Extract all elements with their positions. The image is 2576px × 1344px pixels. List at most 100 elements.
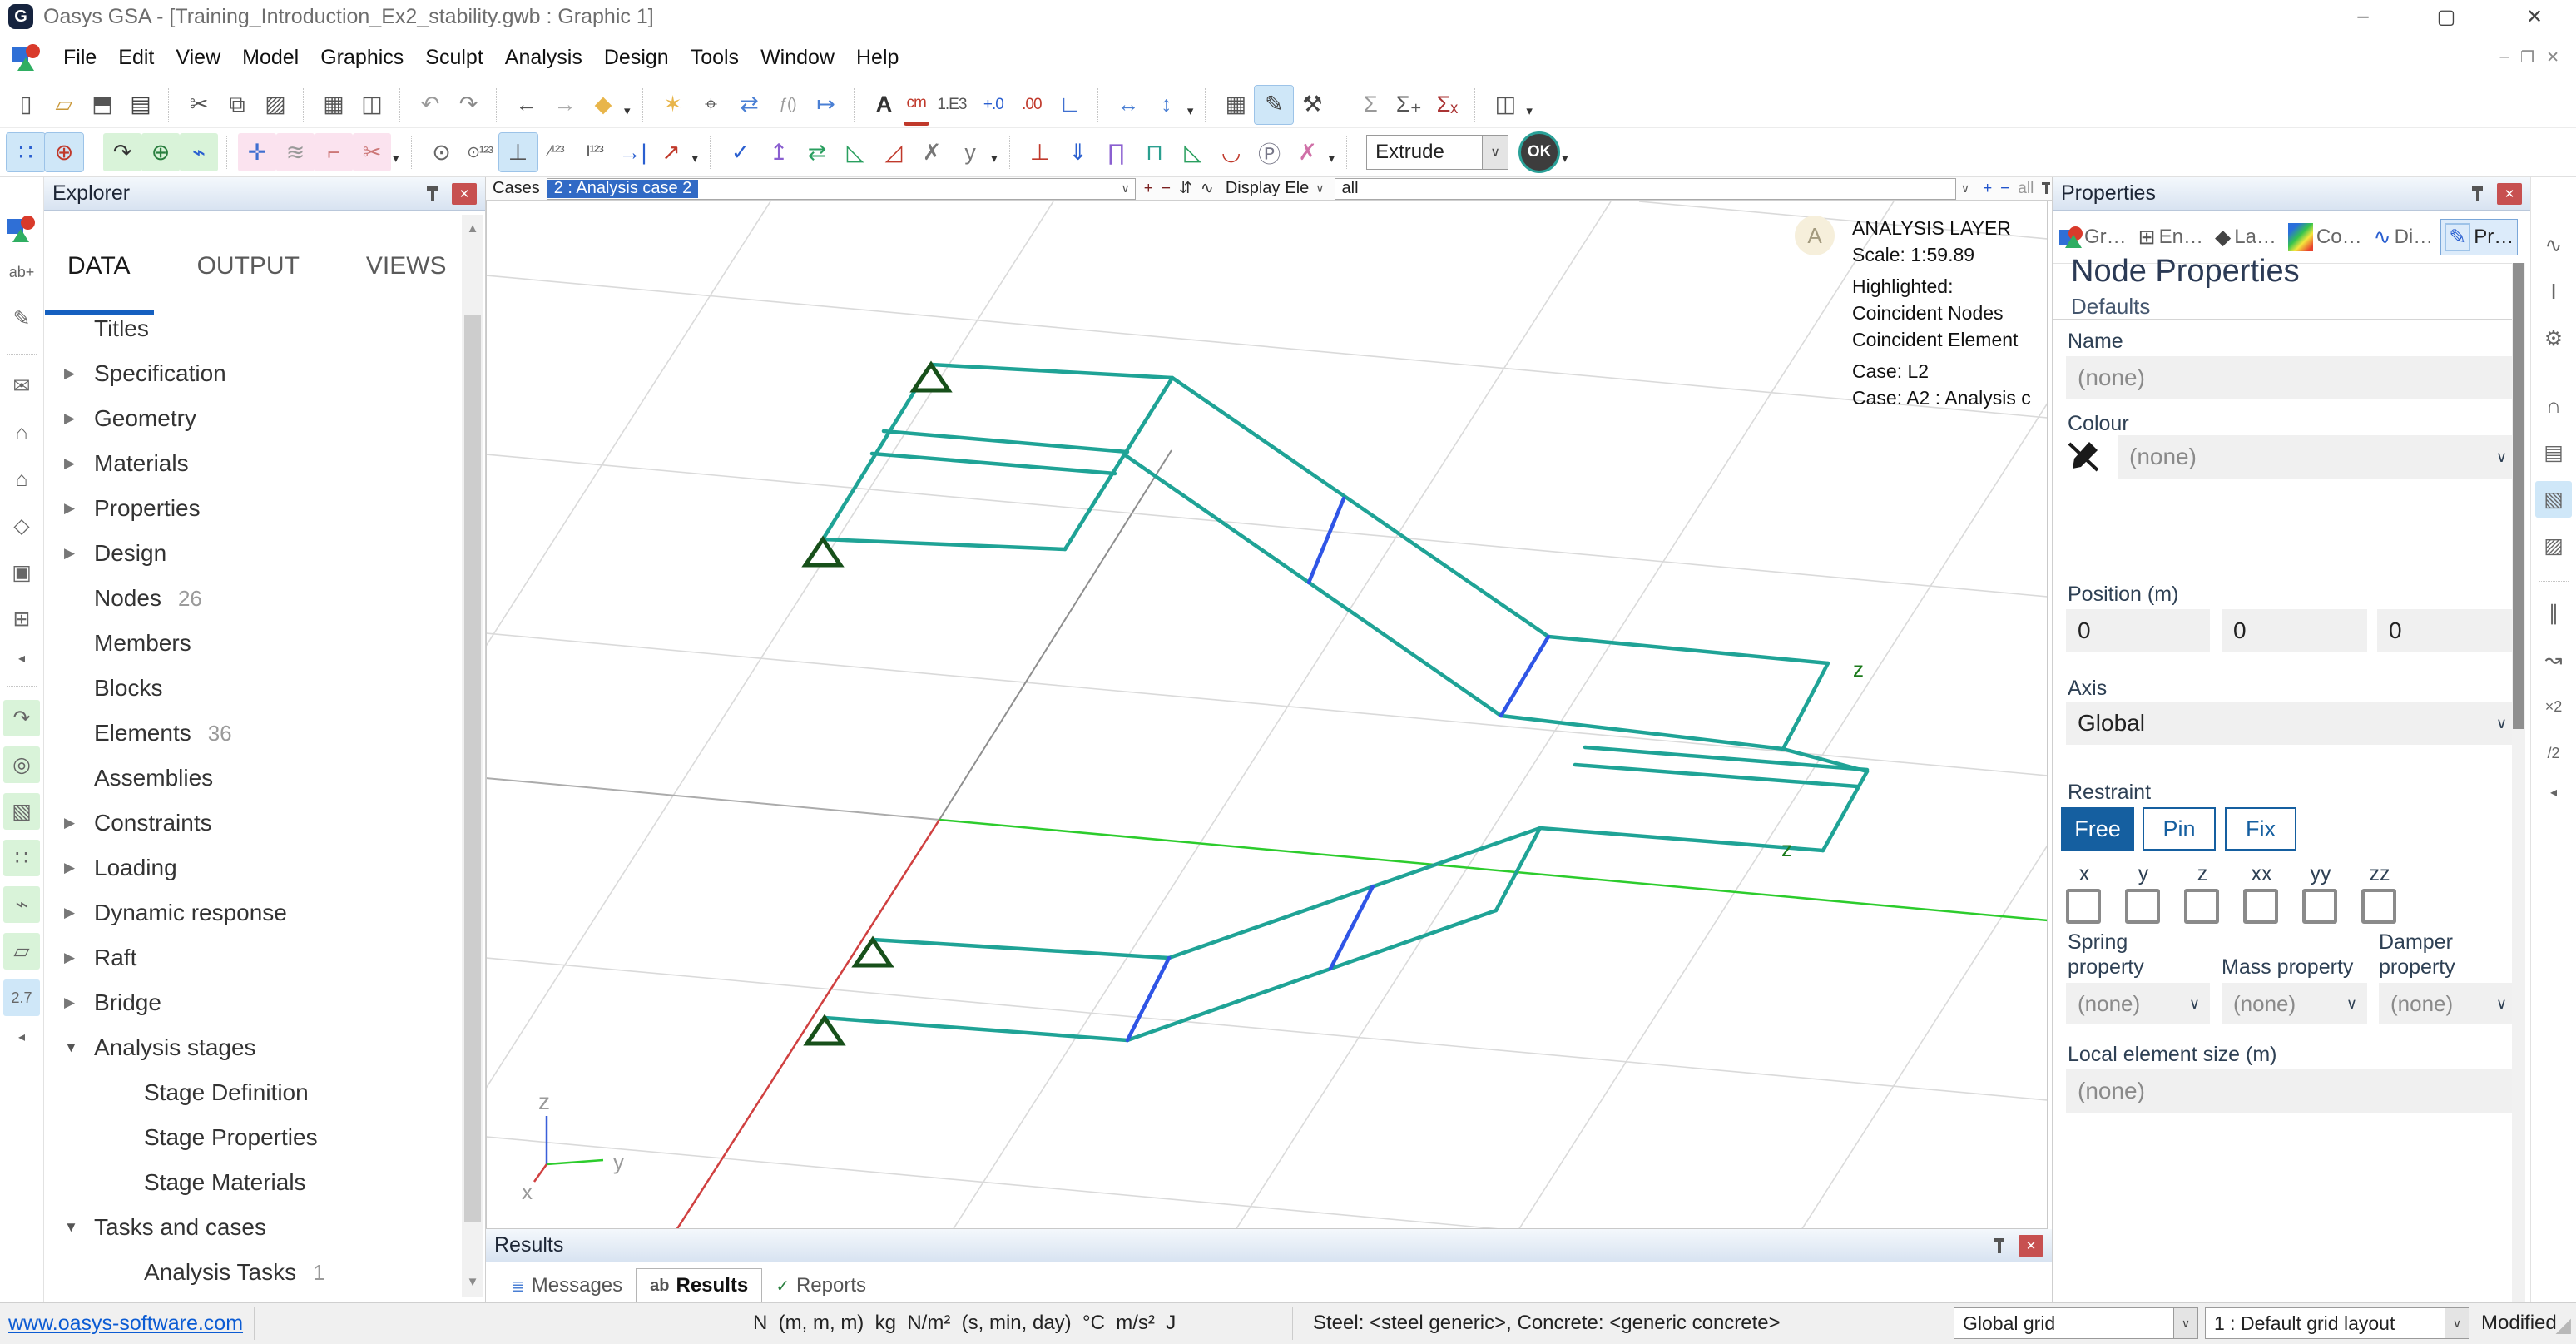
section-cube-icon[interactable]: ▣ bbox=[3, 554, 40, 591]
all-filter-label[interactable]: all bbox=[2018, 180, 2034, 198]
maximize-button[interactable]: ▢ bbox=[2423, 3, 2469, 30]
tree-item-specification[interactable]: ▶Specification bbox=[44, 351, 460, 396]
explorer-scrollbar[interactable]: ▲ ▼ bbox=[462, 215, 483, 1297]
collapse-strip-icon[interactable]: ◂ bbox=[2535, 781, 2572, 803]
tree-item-analysis-stages[interactable]: ▼Analysis stages bbox=[44, 1025, 460, 1070]
tree-item-stage-materials[interactable]: Stage Materials bbox=[44, 1160, 460, 1205]
fit-width-icon[interactable]: ↔ bbox=[1109, 86, 1147, 124]
decimals-more-icon[interactable]: +.0 bbox=[974, 86, 1013, 124]
pin-icon[interactable] bbox=[2470, 185, 2485, 203]
tree-item-elements[interactable]: Elements36 bbox=[44, 711, 460, 756]
paste-icon[interactable]: ▨ bbox=[256, 86, 295, 124]
collapse-icon[interactable]: ▼ bbox=[64, 1219, 82, 1236]
position-y-field[interactable]: 0 bbox=[2222, 609, 2367, 652]
dimension-add-icon[interactable]: 2.7 bbox=[3, 979, 40, 1016]
tree-item-constraints[interactable]: ▶Constraints bbox=[44, 801, 460, 846]
tree-item-dynamic-response[interactable]: ▶Dynamic response bbox=[44, 890, 460, 935]
snap-grid-icon[interactable]: ∷ bbox=[7, 133, 45, 171]
pin-icon[interactable] bbox=[2042, 181, 2052, 196]
tree-item-members[interactable]: Members bbox=[44, 621, 460, 666]
scroll-down-icon[interactable]: ▼ bbox=[462, 1272, 483, 1292]
tree-item-loading[interactable]: ▶Loading bbox=[44, 846, 460, 890]
elements-select-icon[interactable]: ⌁ bbox=[3, 886, 40, 923]
properties-scrollbar[interactable] bbox=[2512, 263, 2525, 1302]
data-table-icon[interactable]: ▦ bbox=[1216, 86, 1255, 124]
align-grid-icon[interactable]: ∥ bbox=[2535, 595, 2572, 632]
dropdown-arrow-icon[interactable]: ▾ bbox=[1187, 103, 1194, 118]
chevron-down-icon[interactable]: ∨ bbox=[1310, 181, 1329, 196]
contour-settings-icon[interactable]: ▨ bbox=[2535, 528, 2572, 564]
position-x-field[interactable]: 0 bbox=[2066, 609, 2210, 652]
chevron-down-icon[interactable]: ∨ bbox=[1117, 181, 1135, 196]
axis-select[interactable]: Global∨ bbox=[2066, 702, 2517, 745]
pin-icon[interactable] bbox=[425, 185, 440, 203]
mdi-restore-button[interactable]: ❐ bbox=[2520, 48, 2534, 67]
expand-icon[interactable]: ▶ bbox=[64, 545, 82, 562]
add-element-icon[interactable]: ⌁ bbox=[180, 133, 218, 171]
save-file-icon[interactable]: ▤ bbox=[121, 86, 160, 124]
dropdown-arrow-icon[interactable]: ▾ bbox=[692, 151, 699, 166]
print-preview-icon[interactable]: ◫ bbox=[353, 86, 391, 124]
tab-results[interactable]: abResults bbox=[636, 1268, 762, 1302]
damper-property-select[interactable]: (none)∨ bbox=[2379, 983, 2517, 1024]
tree-item-geometry[interactable]: ▶Geometry bbox=[44, 396, 460, 441]
expand-icon[interactable]: ▶ bbox=[64, 994, 82, 1011]
restraint-pin-button[interactable]: Pin bbox=[2143, 807, 2216, 851]
cut-icon[interactable]: ✂ bbox=[180, 86, 218, 124]
find-icon[interactable]: ⌖ bbox=[692, 86, 731, 124]
rotate-view-icon[interactable]: ↷ bbox=[103, 133, 141, 171]
goto-list-icon[interactable]: ↦ bbox=[807, 86, 845, 124]
scale-x2-icon[interactable]: ×2 bbox=[2535, 688, 2572, 725]
beam-numbers-icon[interactable]: ∕¹²³ bbox=[537, 133, 576, 171]
load-point-icon[interactable]: ⇓ bbox=[1059, 133, 1097, 171]
decimals-less-icon[interactable]: .00 bbox=[1013, 86, 1051, 124]
name-field[interactable]: (none) bbox=[2066, 356, 2517, 399]
new-view-icon[interactable] bbox=[7, 216, 37, 242]
expand-icon[interactable]: ▶ bbox=[64, 365, 82, 382]
collapse-icon[interactable]: ▼ bbox=[64, 1039, 82, 1056]
open-file-icon[interactable]: ▱ bbox=[45, 86, 83, 124]
tab-properties[interactable]: ✎Pr… bbox=[2441, 220, 2517, 255]
import-file-icon[interactable]: ⬒ bbox=[83, 86, 121, 124]
tree-item-stage-definition[interactable]: Stage Definition bbox=[44, 1070, 460, 1115]
tree-item-design[interactable]: ▶Design bbox=[44, 531, 460, 576]
extrude-select[interactable]: Extrude bbox=[1366, 135, 1483, 170]
collapse-strip-icon[interactable]: ◂ bbox=[3, 647, 40, 669]
sum-add-icon[interactable]: Σ₊ bbox=[1390, 86, 1428, 124]
tab-output[interactable]: OUTPUT bbox=[197, 252, 300, 280]
volume-select-icon[interactable]: ▧ bbox=[3, 793, 40, 830]
menu-sculpt[interactable]: Sculpt bbox=[425, 46, 483, 70]
tree-item-assemblies[interactable]: Assemblies bbox=[44, 756, 460, 801]
format-painter-icon[interactable]: ◆ bbox=[584, 86, 622, 124]
object-viewer-icon[interactable]: ◇ bbox=[3, 508, 40, 544]
tab-views[interactable]: VIEWS bbox=[366, 252, 447, 280]
load-curve-icon[interactable]: ◡ bbox=[1212, 133, 1251, 171]
restraint-x-checkbox[interactable] bbox=[2066, 889, 2101, 924]
menu-graphics[interactable]: Graphics bbox=[320, 46, 404, 70]
add-label-icon[interactable]: ab+ bbox=[3, 254, 40, 290]
label-check-icon[interactable]: ✓ bbox=[721, 133, 760, 171]
font-icon[interactable]: A bbox=[865, 86, 904, 124]
target-icon[interactable]: ⊕ bbox=[45, 133, 83, 171]
menu-analysis[interactable]: Analysis bbox=[505, 46, 582, 70]
tree-item-blocks[interactable]: Blocks bbox=[44, 666, 460, 711]
pin-icon[interactable] bbox=[1992, 1237, 2007, 1255]
load-op-icon[interactable]: Ⓟ bbox=[1251, 133, 1289, 171]
menu-design[interactable]: Design bbox=[604, 46, 669, 70]
load-delete-icon[interactable]: ✗ bbox=[1289, 133, 1327, 171]
entity-select[interactable]: Ele bbox=[1285, 179, 1309, 198]
tree-item-materials[interactable]: ▶Materials bbox=[44, 441, 460, 486]
menu-help[interactable]: Help bbox=[856, 46, 899, 70]
close-button[interactable]: ✕ bbox=[2511, 3, 2558, 30]
add-filter-icon[interactable]: + bbox=[1983, 180, 1992, 198]
redo-icon[interactable]: ↷ bbox=[449, 86, 488, 124]
tree-item-nodes[interactable]: Nodes26 bbox=[44, 576, 460, 621]
scale-half-icon[interactable]: /2 bbox=[2535, 735, 2572, 771]
undo-icon[interactable]: ↶ bbox=[411, 86, 449, 124]
views-layout-icon[interactable]: ◫ bbox=[1486, 86, 1524, 124]
straighten-icon[interactable]: ⌐ bbox=[315, 133, 353, 171]
node-symbol-icon[interactable]: ⊙ bbox=[423, 133, 461, 171]
close-icon[interactable]: ✕ bbox=[2019, 1235, 2043, 1257]
close-icon[interactable]: ✕ bbox=[2497, 183, 2522, 205]
grid-layout-select[interactable]: 1 : Default grid layout ∨ bbox=[2205, 1307, 2469, 1339]
